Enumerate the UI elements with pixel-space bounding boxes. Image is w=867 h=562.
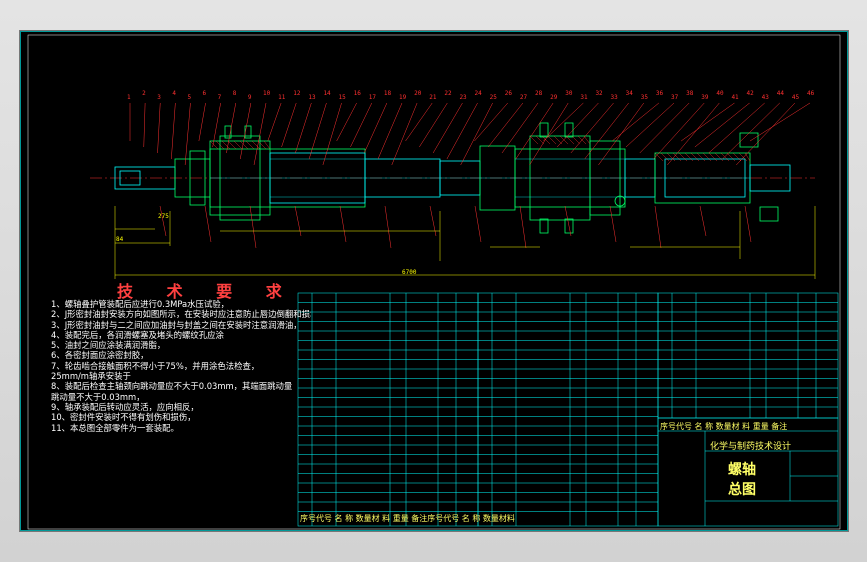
company-name: 化学与制药技术设计 [710, 442, 792, 452]
part-number-label: 33 [610, 94, 618, 101]
tech-note-line: 3、J形密封油封与二之间应加油封与封盖之间在安装时注意润滑油， [51, 319, 302, 330]
part-number-label: 36 [655, 90, 664, 97]
part-number-label: 31 [580, 94, 588, 101]
tech-note-line: 25mm/m轴承安装于 [51, 371, 131, 382]
dimension-275: 275 [158, 213, 169, 220]
part-number-label: 35 [640, 94, 648, 101]
part-number-label: 11 [278, 94, 286, 101]
tech-note-line: 9、轴承装配后转动应灵活，应向相反， [51, 401, 199, 412]
part-number-label: 44 [776, 90, 784, 97]
part-number-label: 5 [187, 94, 192, 101]
part-number-label: 12 [293, 90, 301, 97]
parts-list-footer-row: 序号代号 名 称 数量材 料 重量 备注序号代号 名 称 数量材料 [300, 514, 515, 523]
part-number-label: 2 [142, 90, 146, 97]
drawing-name: 螺轴 [728, 462, 756, 478]
part-number-label: 30 [565, 90, 573, 97]
part-number-label: 15 [338, 94, 346, 101]
title-block-header-row: 序号代号 名 称 数量材 料 重量 备注 [660, 422, 788, 431]
tech-note-line: 4、装配完后，各润滑螺塞及堵头的螺纹孔应涂 [51, 329, 224, 340]
part-number-label: 6 [202, 90, 207, 97]
tech-note-line: 2、J形密封油封安装方向如图所示，在安装时应注意防止唇边倒翻和损坏， [51, 309, 311, 320]
part-number-label: 23 [459, 94, 467, 101]
part-number-label: 14 [323, 90, 331, 97]
tech-note-line: 11、本总图全部零件为一套装配。 [51, 422, 179, 433]
part-number-label: 38 [686, 90, 694, 97]
part-number-label: 45 [791, 94, 800, 101]
part-number-label: 7 [217, 94, 222, 101]
part-number-label: 39 [701, 94, 709, 101]
part-number-label: 8 [232, 90, 237, 97]
part-number-label: 20 [414, 90, 422, 97]
parts-list-tables [297, 292, 839, 527]
tech-note-line: 7、轮齿啮合接触面积不得小于75%，并用涂色法检查， [51, 360, 260, 371]
part-number-label: 3 [157, 94, 161, 101]
cad-drawing-canvas[interactable]: 1 2 3 4 5 6 7 8 9 10 11 12 13 14 15 16 17 18 19 20 21 22 23 24 2… [19, 30, 849, 532]
part-number-label: 1 [127, 94, 131, 101]
part-number-label: 22 [444, 90, 452, 97]
tech-note-line: 8、装配后检查主轴颈向跳动量应不大于0.03mm，其端面跳动量 [51, 381, 293, 392]
tech-note-line: 10、密封件安装时不得有划伤和损伤， [51, 412, 196, 423]
part-number-label: 17 [368, 94, 376, 101]
part-number-label: 25 [489, 94, 497, 101]
part-number-label: 43 [761, 94, 769, 101]
tech-note-line: 6、各密封面应涂密封胶， [51, 350, 149, 361]
part-number-label: 42 [746, 90, 754, 97]
tech-note-line: 跳动量不大于0.03mm， [51, 391, 145, 402]
part-number-label: 29 [550, 94, 558, 101]
part-number-label: 9 [247, 94, 252, 101]
part-number-label: 40 [716, 90, 724, 97]
part-number-label: 46 [807, 90, 815, 97]
part-number-label: 19 [399, 94, 407, 101]
part-number-label: 21 [429, 94, 437, 101]
part-number-label: 32 [595, 90, 603, 97]
part-number-label: 18 [383, 90, 392, 97]
part-number-label: 4 [172, 90, 176, 97]
part-number-label: 24 [474, 90, 482, 97]
leader-lines [129, 102, 811, 249]
technical-requirements-notes: 1、螺轴叠护管装配后应进行0.3MPa水压试验， 2、J形密封油封安装方向如图所示… [51, 299, 311, 433]
part-number-label: 41 [731, 94, 739, 101]
part-number-label: 28 [535, 90, 543, 97]
dimension-84: 84 [116, 236, 124, 243]
tech-note-line: 5、油封之间应涂装满润滑脂， [51, 340, 166, 351]
part-number-label: 37 [671, 94, 679, 101]
part-number-label: 16 [353, 90, 361, 97]
part-number-label: 27 [519, 94, 528, 101]
part-number-label: 34 [625, 90, 633, 97]
drawing-type: 总图 [728, 482, 756, 498]
overall-dimension: 6700 [402, 269, 417, 276]
tech-note-line: 1、螺轴叠护管装配后应进行0.3MPa水压试验， [51, 299, 230, 309]
part-number-label: 10 [263, 90, 271, 97]
part-number-label: 26 [504, 90, 512, 97]
part-number-label: 13 [308, 94, 316, 101]
